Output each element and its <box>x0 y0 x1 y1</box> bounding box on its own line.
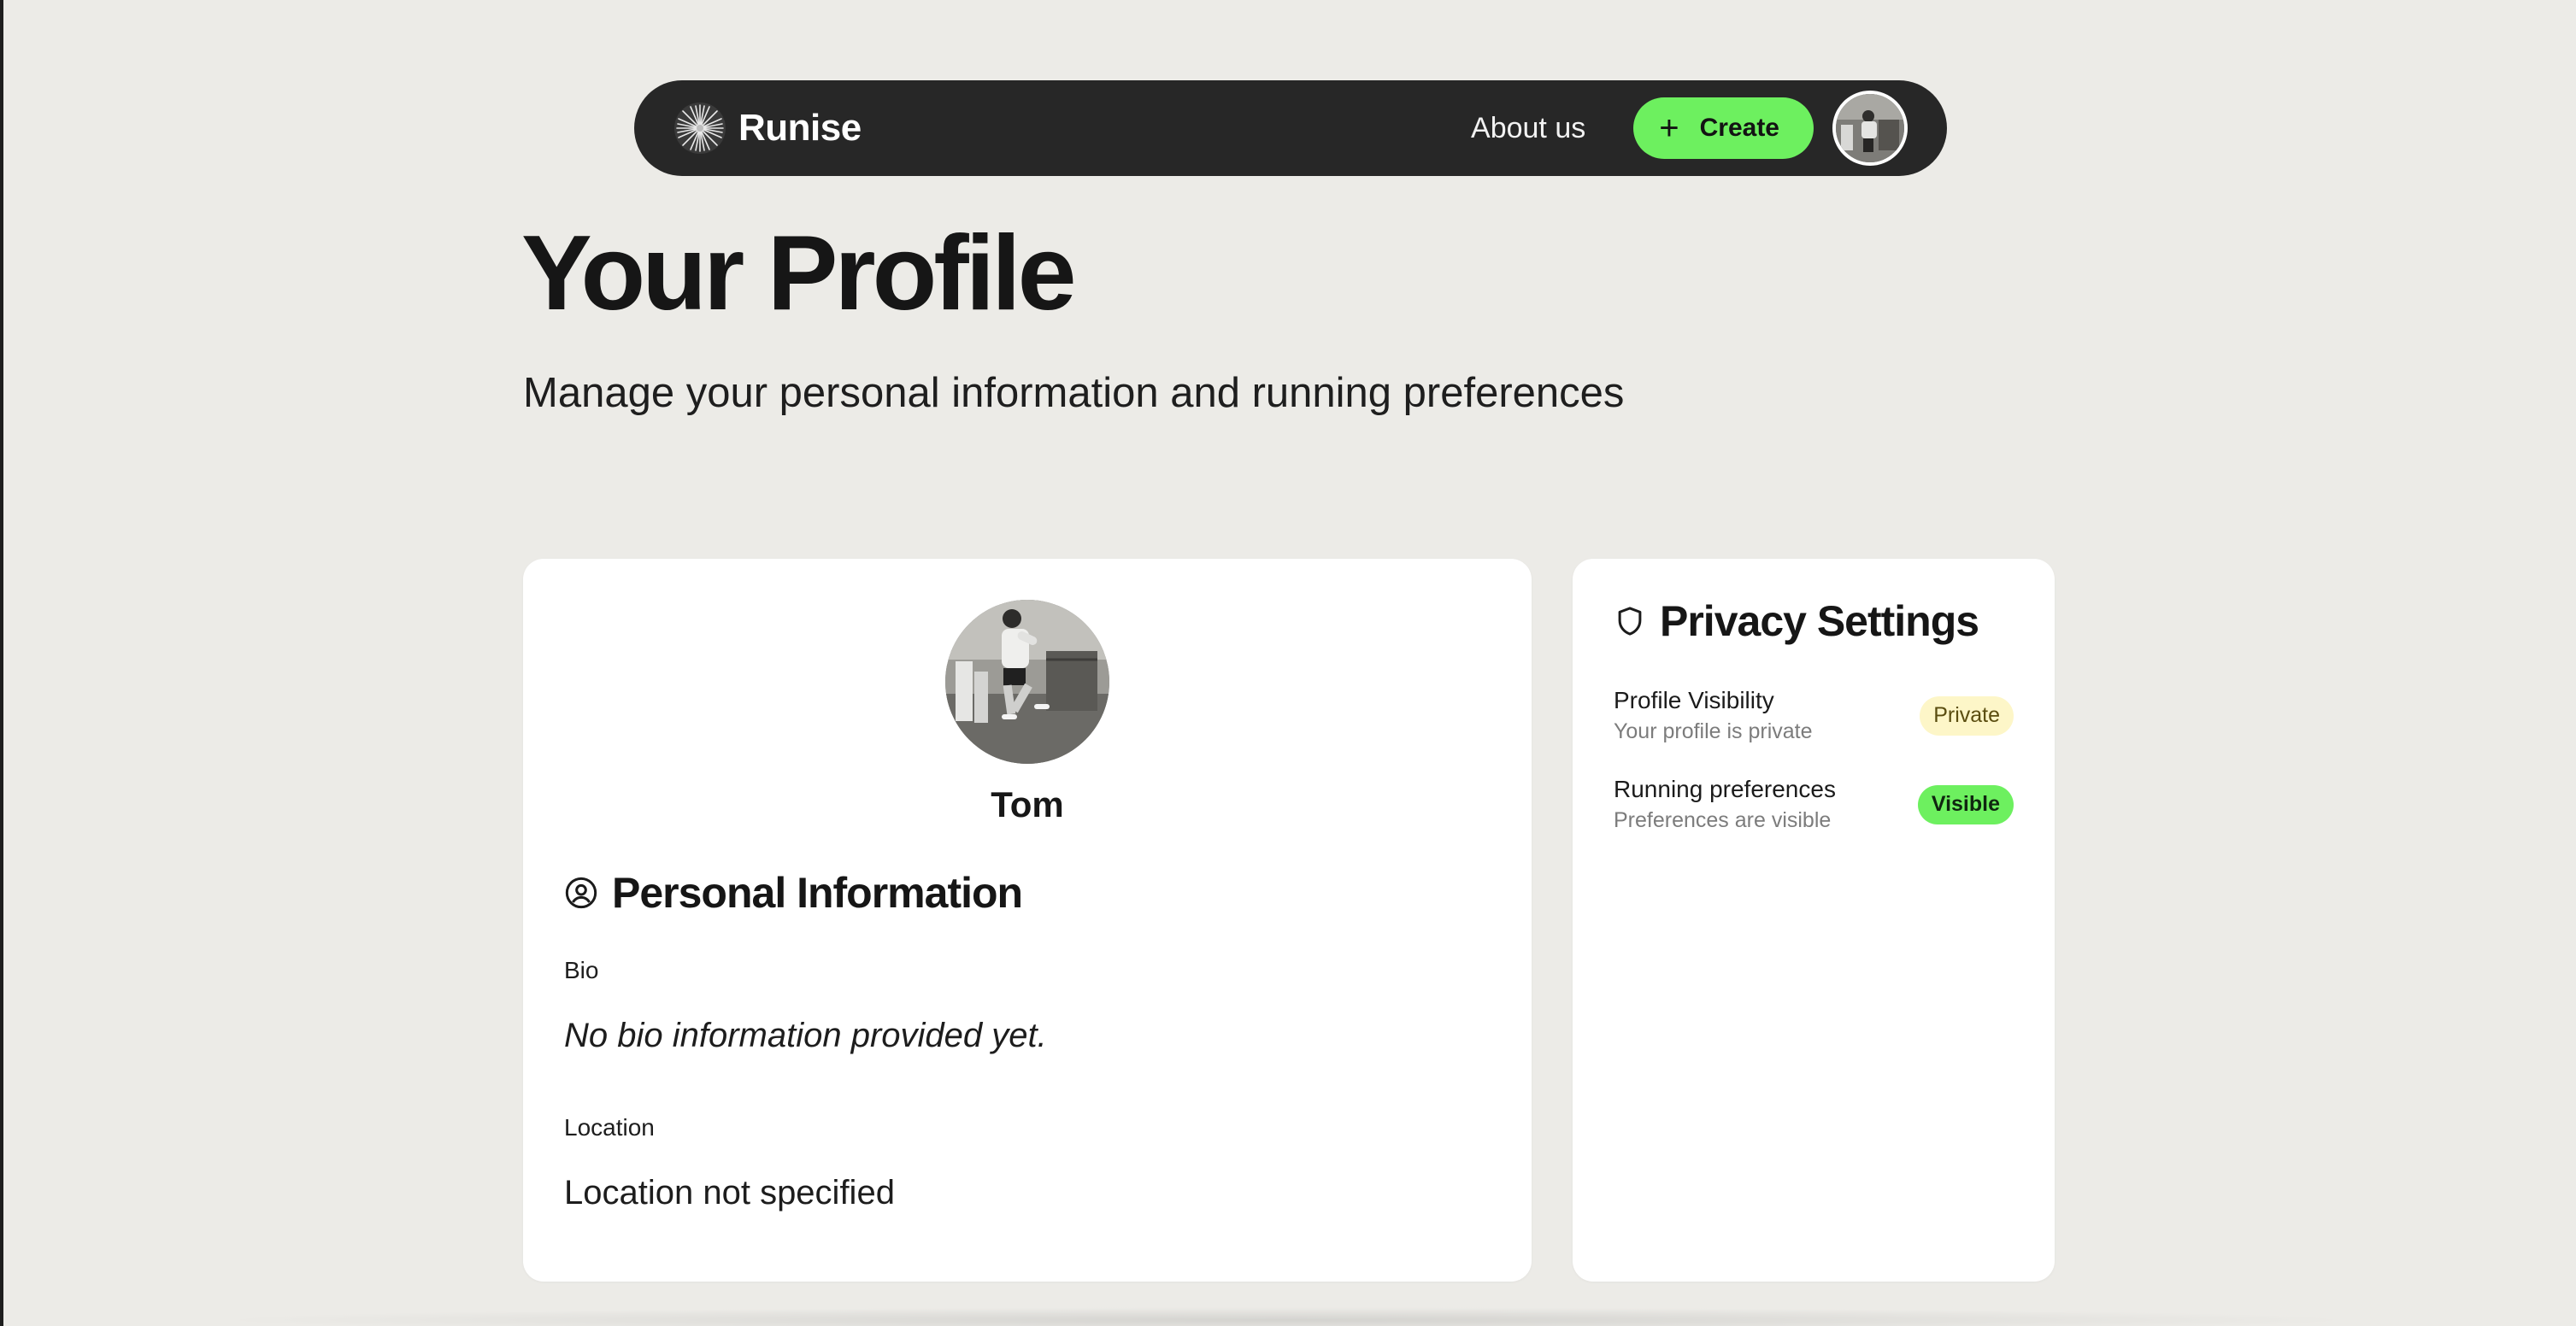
privacy-settings-header: Privacy Settings <box>1614 596 1979 646</box>
runner-photo <box>945 600 1109 764</box>
brand-name: Runise <box>738 107 862 149</box>
top-navbar: Runise About us + Create <box>634 80 1947 176</box>
user-avatar[interactable] <box>1832 91 1908 166</box>
nav-actions: About us + Create <box>1471 91 1908 166</box>
location-label: Location <box>564 1114 655 1141</box>
setting-text: Profile Visibility Your profile is priva… <box>1614 687 1813 744</box>
setting-title: Profile Visibility <box>1614 687 1774 713</box>
plus-icon: + <box>1659 109 1679 147</box>
setting-text: Running preferences Preferences are visi… <box>1614 776 1836 833</box>
avatar-photo <box>1836 94 1904 162</box>
about-us-link[interactable]: About us <box>1471 112 1585 145</box>
profile-card: Tom Personal Information Bio No bio info… <box>523 559 1532 1282</box>
personal-information-title: Personal Information <box>612 869 1023 917</box>
page-subtitle: Manage your personal information and run… <box>523 370 1625 416</box>
starburst-logo-icon <box>674 103 726 154</box>
status-badge-private[interactable]: Private <box>1920 695 2014 736</box>
profile-name: Tom <box>991 784 1064 824</box>
location-value: Location not specified <box>564 1174 895 1212</box>
setting-description: Preferences are visible <box>1614 808 1832 832</box>
setting-profile-visibility: Profile Visibility Your profile is priva… <box>1614 687 2014 744</box>
personal-information-header: Personal Information <box>564 868 1023 918</box>
page-title: Your Profile <box>521 214 1077 332</box>
brand[interactable]: Runise <box>673 102 862 155</box>
create-button[interactable]: + Create <box>1633 97 1814 159</box>
setting-title: Running preferences <box>1614 776 1836 802</box>
window-edge <box>0 0 3 1326</box>
privacy-settings-card: Privacy Settings Profile Visibility Your… <box>1573 559 2055 1282</box>
setting-running-preferences: Running preferences Preferences are visi… <box>1614 776 2014 833</box>
create-button-label: Create <box>1699 114 1779 142</box>
user-circle-icon <box>565 877 597 909</box>
privacy-settings-title: Privacy Settings <box>1660 597 1979 645</box>
shield-icon <box>1618 607 1642 636</box>
profile-photo <box>945 600 1109 764</box>
setting-description: Your profile is private <box>1614 719 1813 743</box>
bio-value: No bio information provided yet. <box>564 1017 1047 1054</box>
bottom-shadow <box>205 1307 2367 1326</box>
bio-label: Bio <box>564 957 599 983</box>
status-badge-visible[interactable]: Visible <box>1917 784 2014 824</box>
page: Runise About us + Create Your Profile Ma… <box>0 0 2576 1326</box>
